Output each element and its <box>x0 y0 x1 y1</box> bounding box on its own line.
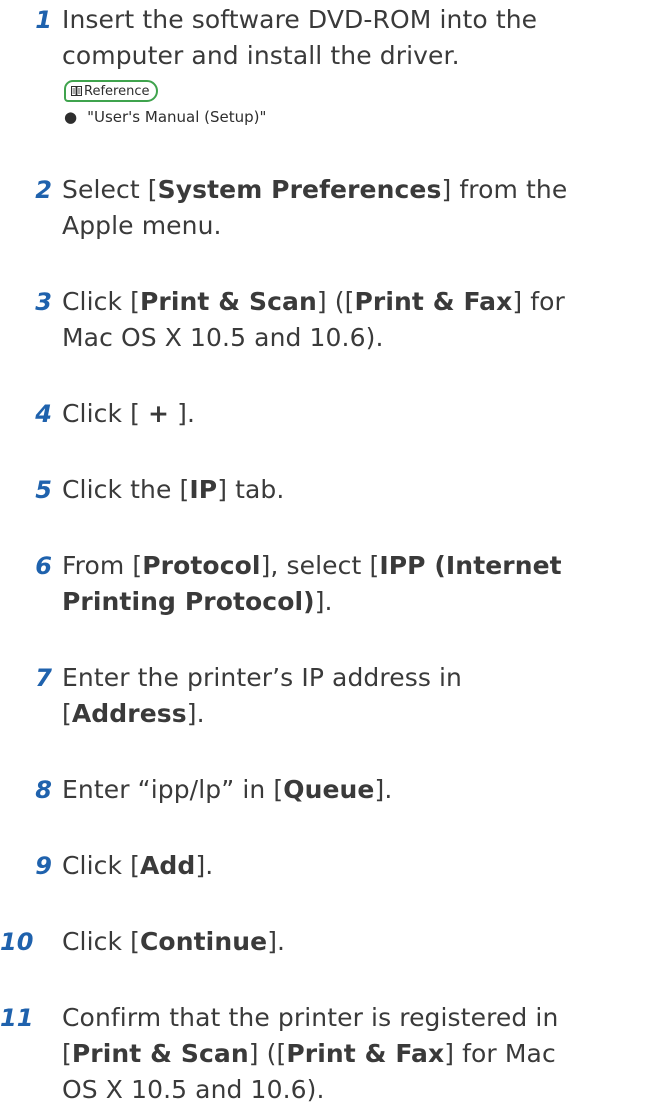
book-icon <box>71 86 82 96</box>
step-number: 11 <box>0 1004 34 1032</box>
step-text: Click the [IP] tab. <box>62 472 662 508</box>
step-text-line: Enter “ipp/lp” in [Queue]. <box>62 775 393 804</box>
step-text-line: Confirm that the printer is registered i… <box>62 1003 559 1032</box>
step-text-line: OS X 10.5 and 10.6). <box>62 1075 325 1104</box>
step-text: Insert the software DVD-ROM into the com… <box>62 2 662 74</box>
step-text: Confirm that the printer is registered i… <box>62 1000 662 1108</box>
step-text-line: Mac OS X 10.5 and 10.6). <box>62 323 384 352</box>
step-text-line: Apple menu. <box>62 211 222 240</box>
step-text: Click [Add]. <box>62 848 662 884</box>
step-text-line: Printing Protocol)]. <box>62 587 333 616</box>
reference-item: ● "User's Manual (Setup)" <box>64 108 266 126</box>
step-text: Enter “ipp/lp” in [Queue]. <box>62 772 662 808</box>
step-text-line: Click [ + ]. <box>62 399 196 428</box>
bullet-icon: ● <box>64 108 78 126</box>
step-text-line: From [Protocol], select [IPP (Internet <box>62 551 562 580</box>
step-text-line: Enter the printer’s IP address in <box>62 663 462 692</box>
step-text-line: Click [Print & Scan] ([Print & Fax] for <box>62 287 565 316</box>
reference-link-text: "User's Manual (Setup)" <box>87 108 267 126</box>
step-number: 1 <box>35 6 52 34</box>
step-number: 8 <box>35 776 52 804</box>
step-text: Enter the printer’s IP address in [Addre… <box>62 660 662 732</box>
step-text-line: Click [Continue]. <box>62 927 286 956</box>
step-number: 2 <box>35 176 52 204</box>
step-number: 4 <box>35 400 52 428</box>
step-text: Click [Print & Scan] ([Print & Fax] for … <box>62 284 662 356</box>
step-number: 9 <box>35 852 52 880</box>
step-text-line: Click the [IP] tab. <box>62 475 285 504</box>
reference-badge: Reference <box>64 80 159 102</box>
step-text-line: Click [Add]. <box>62 851 214 880</box>
step-number: 7 <box>35 664 52 692</box>
step-text-line: [Address]. <box>62 699 205 728</box>
step-number: 3 <box>35 288 52 316</box>
step-number: 10 <box>0 928 34 956</box>
step-text-line: computer and install the driver. <box>62 41 460 70</box>
step-text: Select [System Preferences] from the App… <box>62 172 662 244</box>
step-text-line: Select [System Preferences] from the <box>62 175 568 204</box>
reference-label: Reference <box>84 83 150 99</box>
step-number: 6 <box>35 552 52 580</box>
step-number: 5 <box>35 476 52 504</box>
step-text: Click [Continue]. <box>62 924 662 960</box>
step-text: From [Protocol], select [IPP (Internet P… <box>62 548 662 620</box>
step-text-line: Insert the software DVD-ROM into the <box>62 5 538 34</box>
step-text: Click [ + ]. <box>62 396 662 432</box>
step-text-line: [Print & Scan] ([Print & Fax] for Mac <box>62 1039 556 1068</box>
